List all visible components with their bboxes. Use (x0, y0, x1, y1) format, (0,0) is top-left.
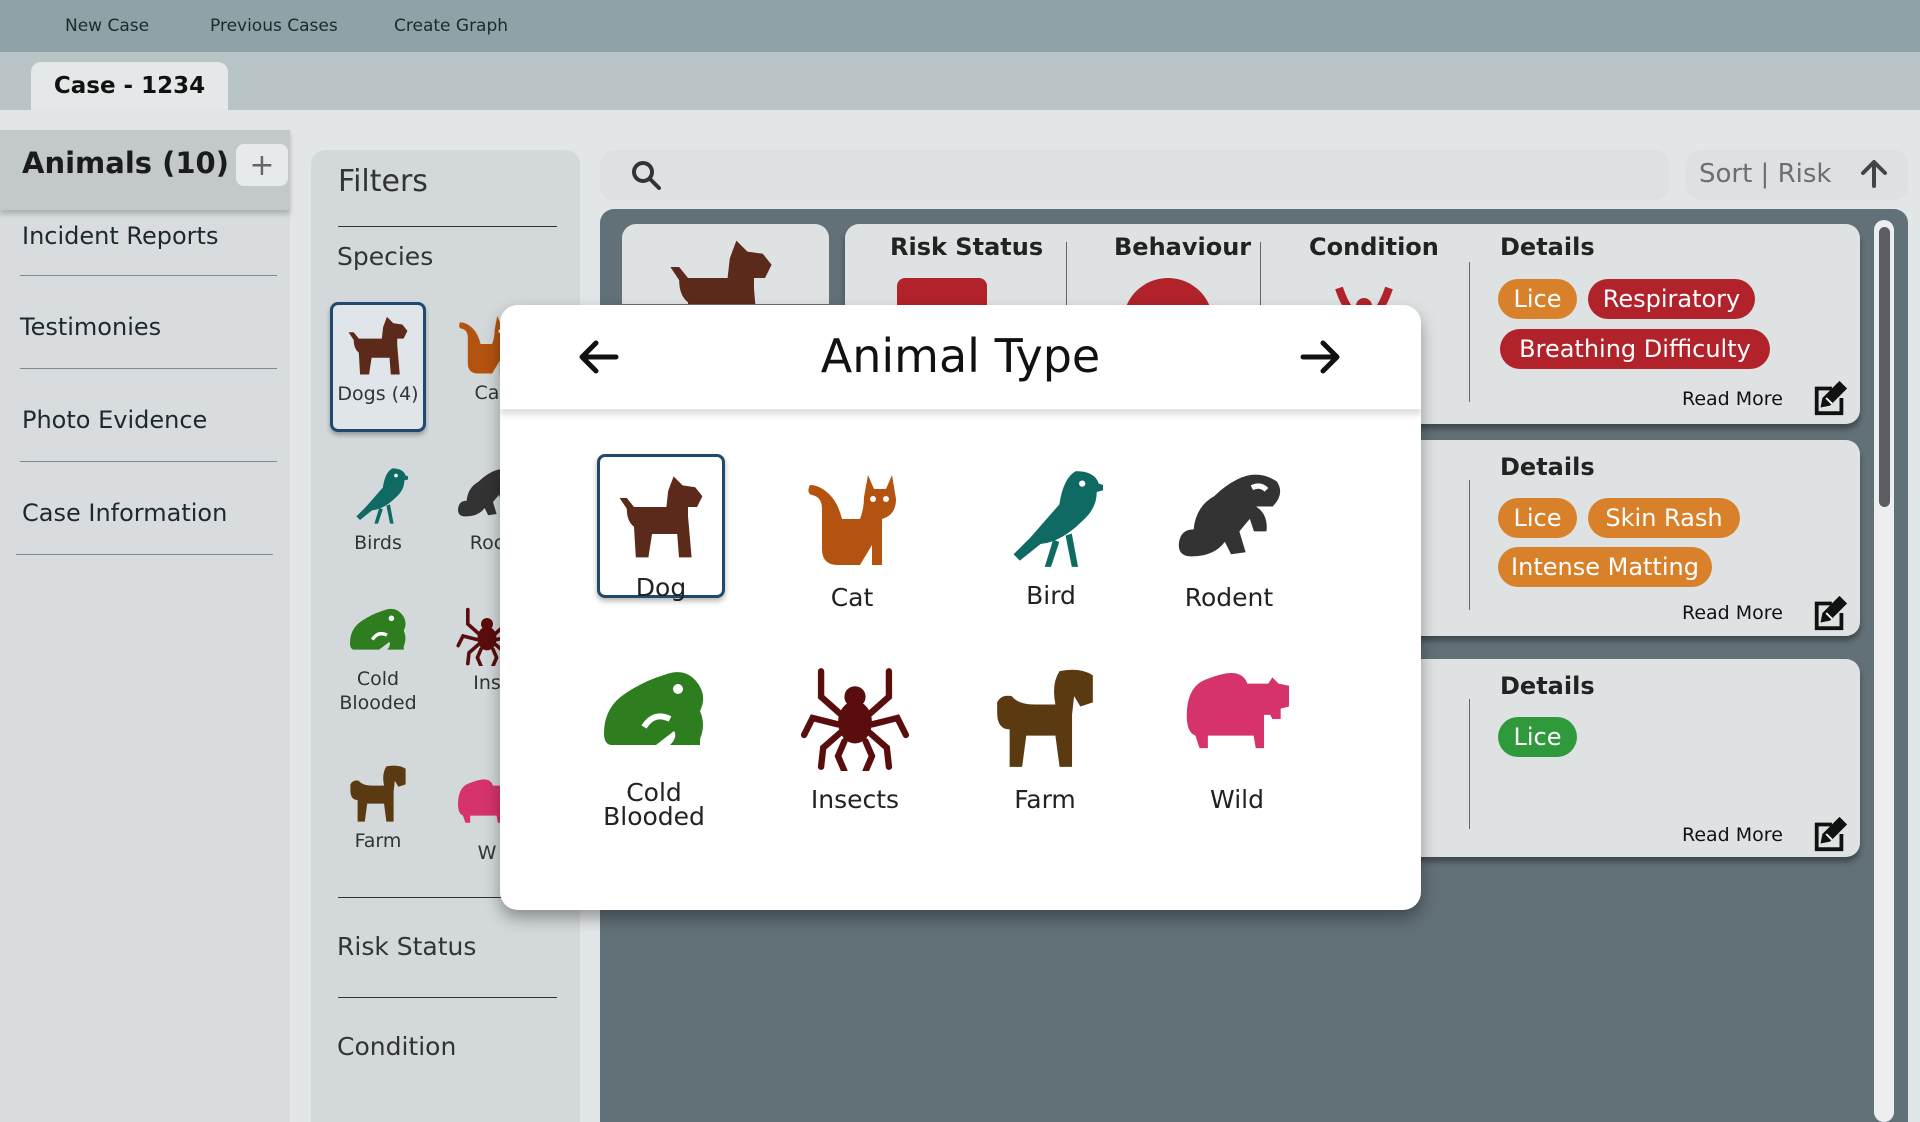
tag-lice: Lice (1498, 279, 1577, 319)
animal-option-label: Bird (1026, 581, 1076, 610)
sort-button[interactable]: Sort | Risk (1686, 150, 1908, 200)
sidebar-item-photo-evidence[interactable]: Photo Evidence (22, 406, 312, 434)
animal-option-label: Dog (635, 573, 687, 602)
tag-breathing-difficulty: Breathing Difficulty (1500, 329, 1770, 369)
filter-species-label: Ca (474, 382, 500, 404)
filter-species-label: Farm (354, 830, 402, 852)
read-more-link[interactable]: Read More (1682, 824, 1783, 846)
filter-species-count: (4) (391, 383, 419, 405)
sidebar-item-case-information[interactable]: Case Information (22, 499, 312, 527)
sidebar-item-incident-reports[interactable]: Incident Reports (22, 222, 312, 250)
animal-option-bird[interactable]: Bird (986, 467, 1116, 608)
sidebar-divider (20, 461, 277, 462)
animal-option-rodent[interactable]: Rodent (1164, 469, 1294, 610)
search-icon (632, 161, 661, 190)
sidebar-divider (20, 368, 277, 369)
arrow-right-icon[interactable] (1299, 335, 1343, 379)
filter-species-label: Ins (473, 672, 501, 694)
tag-lice: Lice (1498, 498, 1577, 538)
animal-option-wild[interactable]: Wild (1162, 667, 1312, 812)
animal-type-dialog: Animal Type Dog Cat Bird Rodent Cold Blo… (500, 305, 1421, 910)
arrow-up-icon (1861, 160, 1887, 188)
search-bar[interactable] (600, 150, 1669, 200)
dog-icon (616, 471, 706, 561)
col-risk-status: Risk Status (890, 233, 1044, 261)
spider-icon (797, 665, 913, 771)
rodent-icon (1177, 469, 1281, 573)
sidebar-divider (20, 275, 277, 276)
dog-icon (346, 313, 410, 377)
menu-previous-cases[interactable]: Previous Cases (210, 16, 338, 36)
read-more-link[interactable]: Read More (1682, 602, 1783, 624)
frog-icon (589, 667, 719, 767)
horse-icon (348, 764, 408, 824)
filter-species-label: W (477, 842, 497, 864)
details-title: Details (1500, 672, 1595, 700)
filter-species-label: Cold Blooded (339, 668, 417, 714)
animal-option-label: Wild (1210, 785, 1264, 814)
menu-new-case[interactable]: New Case (65, 16, 149, 36)
details-title: Details (1500, 233, 1595, 261)
animal-option-label: Cold Blooded (603, 778, 705, 831)
filter-species-cold-blooded[interactable]: Cold Blooded (330, 606, 426, 716)
sidebar-item-testimonies[interactable]: Testimonies (20, 313, 310, 341)
animal-thumbnail[interactable] (622, 224, 829, 304)
details-title: Details (1500, 453, 1595, 481)
animal-option-label: Rodent (1184, 583, 1274, 612)
animal-option-cold-blooded[interactable]: Cold Blooded (588, 667, 720, 829)
filter-species-dogs[interactable]: Dogs (4) (330, 302, 426, 432)
menu-create-graph[interactable]: Create Graph (394, 16, 508, 36)
sidebar: Animals (10) + Incident Reports Testimon… (0, 130, 290, 1122)
scrollbar-thumb[interactable] (1879, 227, 1890, 507)
filter-section-species[interactable]: Species (337, 242, 433, 271)
horse-icon (993, 667, 1097, 771)
filter-section-condition[interactable]: Condition (337, 1032, 456, 1061)
animal-option-label: Farm (1014, 785, 1076, 814)
read-more-link[interactable]: Read More (1682, 388, 1783, 410)
filter-section-risk-status[interactable]: Risk Status (337, 932, 476, 961)
hippo-icon (1164, 667, 1310, 771)
tag-skin-rash: Skin Rash (1588, 498, 1740, 538)
filters-title: Filters (338, 164, 428, 199)
filter-species-birds[interactable]: Birds (330, 466, 426, 556)
sidebar-title: Animals (10) (22, 146, 229, 180)
sidebar-divider (16, 554, 273, 555)
sidebar-header: Animals (10) + (0, 130, 290, 210)
edit-icon[interactable] (1811, 815, 1849, 853)
add-animal-button[interactable]: + (236, 144, 288, 186)
column-divider (1469, 262, 1470, 402)
col-behaviour: Behaviour (1114, 233, 1252, 261)
column-divider (1469, 480, 1470, 610)
filter-species-farm[interactable]: Farm (330, 764, 426, 854)
sort-label: Sort | Risk (1699, 159, 1832, 189)
cat-icon (802, 469, 902, 569)
filter-species-label: Dogs (337, 383, 386, 405)
filters-divider (338, 226, 557, 227)
bird-icon (999, 467, 1103, 571)
filter-species-label: Birds (354, 532, 402, 554)
tag-intense-matting: Intense Matting (1498, 547, 1712, 587)
animal-option-label: Insects (810, 785, 900, 814)
dialog-header: Animal Type (500, 305, 1421, 409)
edit-icon[interactable] (1811, 594, 1849, 632)
top-menu-bar: New Case Previous Cases Create Graph (0, 0, 1920, 52)
col-condition: Condition (1309, 233, 1439, 261)
dog-icon (666, 234, 776, 304)
tag-lice: Lice (1498, 717, 1577, 757)
column-divider (1469, 699, 1470, 829)
dialog-title: Animal Type (820, 329, 1101, 383)
tab-underline (0, 110, 1920, 130)
animal-option-insects[interactable]: Insects (790, 665, 920, 812)
bird-icon (348, 466, 408, 526)
frog-icon (346, 606, 410, 662)
animal-option-label: Cat (830, 583, 874, 612)
edit-icon[interactable] (1811, 379, 1849, 417)
animal-option-cat[interactable]: Cat (787, 469, 917, 610)
animal-option-dog[interactable]: Dog (597, 454, 725, 602)
animal-option-farm[interactable]: Farm (980, 667, 1110, 812)
tab-strip: Case - 1234 (0, 52, 1920, 110)
filters-divider (338, 997, 557, 998)
tab-case[interactable]: Case - 1234 (31, 62, 228, 110)
tag-respiratory: Respiratory (1588, 279, 1755, 319)
